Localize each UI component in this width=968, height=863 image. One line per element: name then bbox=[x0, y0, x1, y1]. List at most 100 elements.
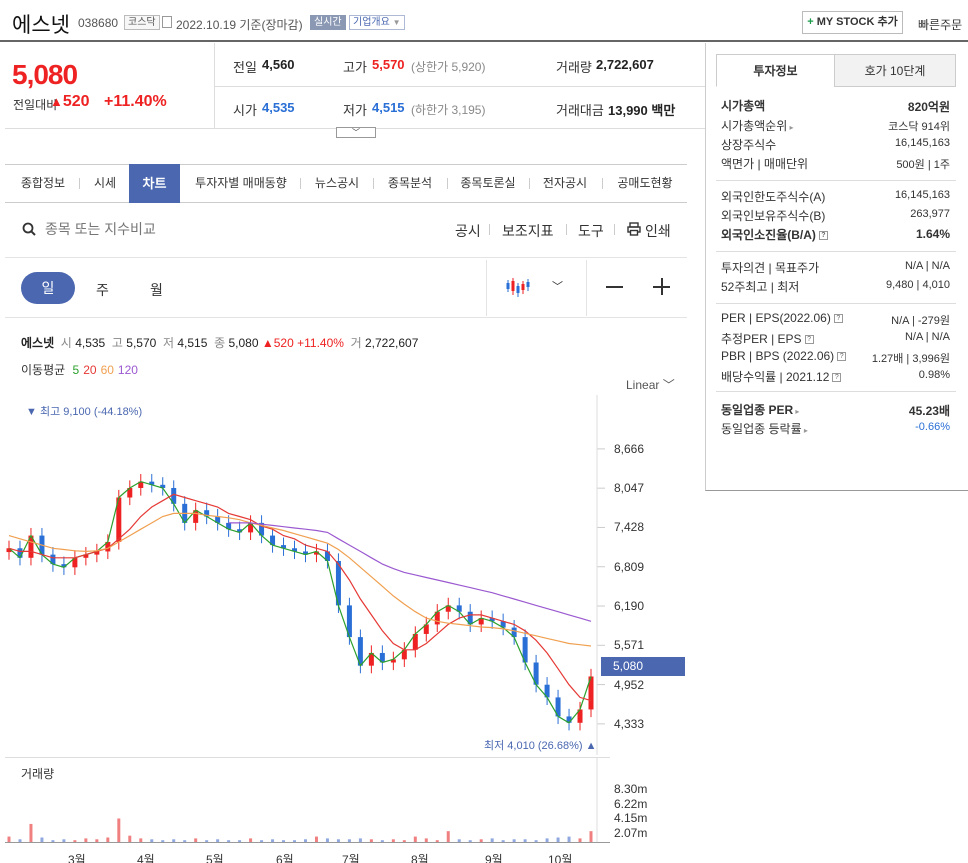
period-month-button[interactable]: 월 bbox=[150, 280, 163, 300]
info-value: 45.23배 bbox=[908, 404, 950, 418]
month-label: 6월 bbox=[276, 853, 294, 863]
mystock-add-button[interactable]: + MY STOCK 추가 bbox=[802, 11, 903, 34]
tab-chart[interactable]: 차트 bbox=[129, 164, 180, 203]
scale-dropdown[interactable]: Linear ﹀ bbox=[626, 376, 675, 393]
period-week-button[interactable]: 주 bbox=[96, 280, 109, 300]
divider bbox=[602, 178, 603, 189]
divider bbox=[79, 178, 80, 189]
help-icon[interactable]: ? bbox=[833, 314, 843, 324]
help-icon[interactable]: ? bbox=[837, 352, 847, 362]
y-tick-label: 4,952 bbox=[614, 677, 645, 692]
info-value: N/A | N/A bbox=[904, 331, 950, 343]
open-value: 4,535 bbox=[75, 336, 106, 350]
candle bbox=[555, 689, 561, 725]
chevron-right-icon: ▸ bbox=[801, 426, 808, 435]
y-tick-label: 8,047 bbox=[614, 481, 645, 496]
realtime-badge[interactable]: 실시간 bbox=[310, 15, 346, 30]
tab-overview[interactable]: 종합정보 bbox=[12, 164, 74, 203]
info-value: 1.27배 | 3,996원 bbox=[871, 353, 950, 365]
tools-button[interactable]: 도구 bbox=[578, 221, 604, 241]
search-icon[interactable] bbox=[22, 222, 36, 236]
candlestick-icon[interactable] bbox=[506, 275, 530, 299]
tab-quote[interactable]: 시세 bbox=[84, 164, 126, 203]
company-info-dropdown[interactable]: 기업개요 ▼ bbox=[349, 15, 405, 30]
candle bbox=[72, 550, 78, 575]
quick-order-link[interactable]: 빠른주문 bbox=[918, 16, 962, 33]
disclosure-button[interactable]: 공시 bbox=[455, 221, 481, 241]
chart-type-chevron-icon[interactable]: ﹀ bbox=[552, 278, 563, 294]
info-value: 코스닥 914위 bbox=[888, 121, 950, 133]
divider bbox=[5, 757, 610, 758]
ma5-line bbox=[8, 480, 592, 724]
month-label: 4월 bbox=[137, 853, 155, 863]
volume-chart[interactable] bbox=[5, 757, 610, 842]
tab-analysis[interactable]: 종목분석 bbox=[378, 164, 442, 203]
plus-icon: + bbox=[807, 16, 814, 28]
candle bbox=[127, 480, 133, 506]
info-value: 820억원 bbox=[907, 100, 950, 114]
info-label-text: PBR | BPS (2022.06) bbox=[721, 349, 835, 363]
volume-bar bbox=[446, 831, 450, 842]
compare-search-input[interactable] bbox=[45, 221, 345, 237]
info-label: 배당수익률 | 2021.12? bbox=[721, 368, 842, 385]
tab-investment-info[interactable]: 투자정보 bbox=[716, 54, 835, 87]
tab-investor-trend[interactable]: 투자자별 매매동향 bbox=[186, 164, 296, 203]
info-label-text: 액면가 | 매매단위 bbox=[721, 157, 809, 171]
info-label-text: 동일업종 PER bbox=[721, 403, 794, 417]
up-triangle-icon: ▲ bbox=[50, 94, 63, 109]
zoom-in-icon[interactable] bbox=[661, 278, 663, 295]
high-value: 5,570 bbox=[372, 57, 405, 72]
base-date: 2022.10.19 기준(장마감) bbox=[176, 18, 303, 32]
calendar-icon bbox=[162, 16, 172, 28]
change-amount-value: 520 bbox=[62, 93, 90, 110]
candle bbox=[434, 604, 440, 633]
tab-disclosure[interactable]: 전자공시 bbox=[534, 164, 596, 203]
info-label: 시가총액 bbox=[721, 97, 765, 114]
printer-icon[interactable] bbox=[627, 222, 641, 236]
up-triangle-icon: ▲ bbox=[261, 336, 274, 350]
divider bbox=[300, 178, 301, 189]
candle bbox=[324, 543, 330, 569]
info-label-text: 투자의견 | 목표주가 bbox=[721, 261, 820, 275]
chart-stock-name: 에스넷 bbox=[21, 336, 55, 350]
amount-value: 13,990 백만 bbox=[608, 103, 676, 118]
volume-bar bbox=[589, 831, 593, 842]
period-day-button[interactable]: 일 bbox=[21, 272, 75, 304]
help-icon[interactable]: ? bbox=[804, 335, 814, 345]
expand-chevron-icon[interactable]: ﹀ bbox=[336, 127, 376, 138]
change-amount: ▲520 bbox=[50, 93, 90, 111]
divider bbox=[716, 303, 956, 304]
print-button[interactable]: 인쇄 bbox=[645, 221, 671, 241]
tab-short-selling[interactable]: 공매도현황 bbox=[608, 164, 682, 203]
divider bbox=[447, 178, 448, 189]
tab-orderbook[interactable]: 호가 10단계 bbox=[834, 54, 956, 87]
divider bbox=[489, 224, 490, 235]
divider bbox=[716, 391, 956, 392]
divider bbox=[566, 224, 567, 235]
candle bbox=[50, 547, 56, 572]
volume-title: 거래량 bbox=[21, 767, 55, 781]
candle bbox=[302, 543, 308, 563]
indicator-button[interactable]: 보조지표 bbox=[502, 221, 554, 241]
price-chart[interactable] bbox=[5, 395, 610, 755]
open-label: 시 bbox=[60, 336, 72, 350]
info-label[interactable]: 동일업종 PER ▸ bbox=[721, 401, 799, 418]
tab-discussion[interactable]: 종목토론실 bbox=[452, 164, 524, 203]
change-pct: +11.40% bbox=[297, 336, 344, 350]
help-icon[interactable]: ? bbox=[818, 231, 828, 241]
low-value: 4,515 bbox=[372, 100, 405, 115]
candle bbox=[423, 616, 429, 642]
low-note: 최저 4,010 (26.68%) ▲ bbox=[484, 737, 596, 753]
info-label: 외국인보유주식수(B) bbox=[721, 207, 825, 224]
zoom-out-icon[interactable] bbox=[606, 286, 623, 288]
help-icon[interactable]: ? bbox=[832, 373, 842, 383]
open-value: 4,535 bbox=[262, 100, 295, 115]
stock-code: 038680 bbox=[78, 16, 119, 30]
chevron-right-icon: ▸ bbox=[793, 407, 800, 416]
month-label: 7월 bbox=[342, 853, 360, 863]
info-label[interactable]: 동일업종 등락률 ▸ bbox=[721, 420, 808, 437]
tab-news[interactable]: 뉴스공시 bbox=[306, 164, 368, 203]
info-label-text: 추정PER | EPS bbox=[721, 332, 802, 346]
moving-average-legend[interactable]: 이동평균 5 20 60 120 bbox=[21, 361, 138, 378]
info-label[interactable]: 시가총액순위 ▸ bbox=[721, 117, 794, 134]
